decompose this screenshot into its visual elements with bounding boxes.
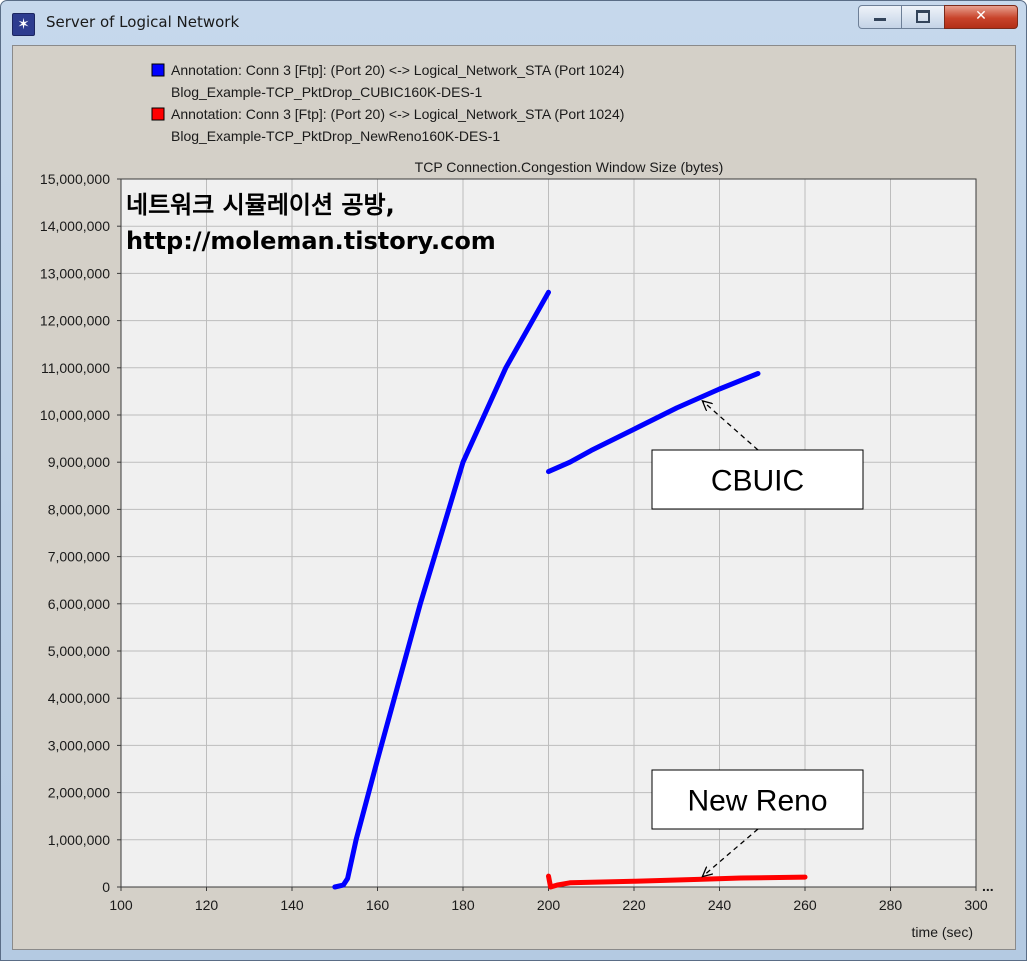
star-burst-icon[interactable]: ✶ <box>12 13 35 36</box>
legend-label-scenario: Blog_Example-TCP_PktDrop_CUBIC160K-DES-1 <box>171 84 482 100</box>
x-tick-label: 260 <box>793 897 817 913</box>
x-tick-label: 300 <box>964 897 988 913</box>
x-tick-label: 180 <box>451 897 475 913</box>
y-tick-label: 2,000,000 <box>48 785 110 801</box>
y-tick-label: 8,000,000 <box>48 501 110 517</box>
y-tick-label: 1,000,000 <box>48 832 110 848</box>
x-tick-label: 240 <box>708 897 732 913</box>
x-tick-label: 220 <box>622 897 646 913</box>
y-tick-label: 10,000,000 <box>40 407 110 423</box>
y-tick-label: 12,000,000 <box>40 313 110 329</box>
y-tick-label: 15,000,000 <box>40 171 110 187</box>
window-title: Server of Logical Network <box>46 13 240 31</box>
y-tick-label: 14,000,000 <box>40 218 110 234</box>
y-tick-label: 11,000,000 <box>41 360 110 376</box>
app-window: ✶ Server of Logical Network ✕ 0 1,000,000… <box>0 0 1027 961</box>
minimize-icon <box>874 17 886 21</box>
x-tick-label: 100 <box>109 897 133 913</box>
congestion-window-chart: 0 1,000,000 2,000,000 3,000,000 4,000,000 5,0… <box>40 62 994 940</box>
y-tick-label: 6,000,000 <box>48 596 110 612</box>
legend-swatch <box>151 63 165 77</box>
y-tick-label: 7,000,000 <box>48 549 110 565</box>
y-tick-label: 3,000,000 <box>48 737 110 753</box>
chart-title: TCP Connection.Congestion Window Size (b… <box>415 159 724 175</box>
x-tick-label: 140 <box>280 897 304 913</box>
close-button[interactable]: ✕ <box>944 5 1018 29</box>
chart-panel: 0 1,000,000 2,000,000 3,000,000 4,000,000 5,0… <box>12 45 1016 950</box>
x-tick-label: 160 <box>366 897 390 913</box>
minimize-button[interactable] <box>858 5 902 29</box>
x-tick-label: 200 <box>537 897 561 913</box>
y-tick-label: 13,000,000 <box>40 265 110 281</box>
y-tick-label: 9,000,000 <box>48 454 110 470</box>
newreno-callout-label: New Reno <box>687 785 827 818</box>
legend-label: Annotation: Conn 3 [Ftp]: (Port 20) <-> … <box>171 62 624 78</box>
x-axis-label: time (sec) <box>912 924 973 940</box>
y-tick-label: 5,000,000 <box>48 643 110 659</box>
maximize-button[interactable] <box>901 5 945 29</box>
legend-swatch <box>151 107 165 121</box>
x-tick-label: 280 <box>879 897 903 913</box>
y-tick-label: 0 <box>102 879 110 895</box>
x-tick-label: 120 <box>195 897 219 913</box>
overflow-marker: ... <box>982 878 994 894</box>
legend-label-scenario: Blog_Example-TCP_PktDrop_NewReno160K-DES… <box>171 128 500 144</box>
maximize-icon <box>916 9 930 23</box>
legend-label: Annotation: Conn 3 [Ftp]: (Port 20) <-> … <box>171 106 624 122</box>
watermark-url: http://moleman.tistory.com <box>126 227 496 255</box>
cubic-callout-label: CBUIC <box>711 465 804 498</box>
title-bar[interactable]: ✶ Server of Logical Network ✕ <box>1 1 1026 45</box>
watermark-title: 네트워크 시뮬레이션 공방, <box>126 191 395 219</box>
y-tick-label: 4,000,000 <box>48 690 110 706</box>
